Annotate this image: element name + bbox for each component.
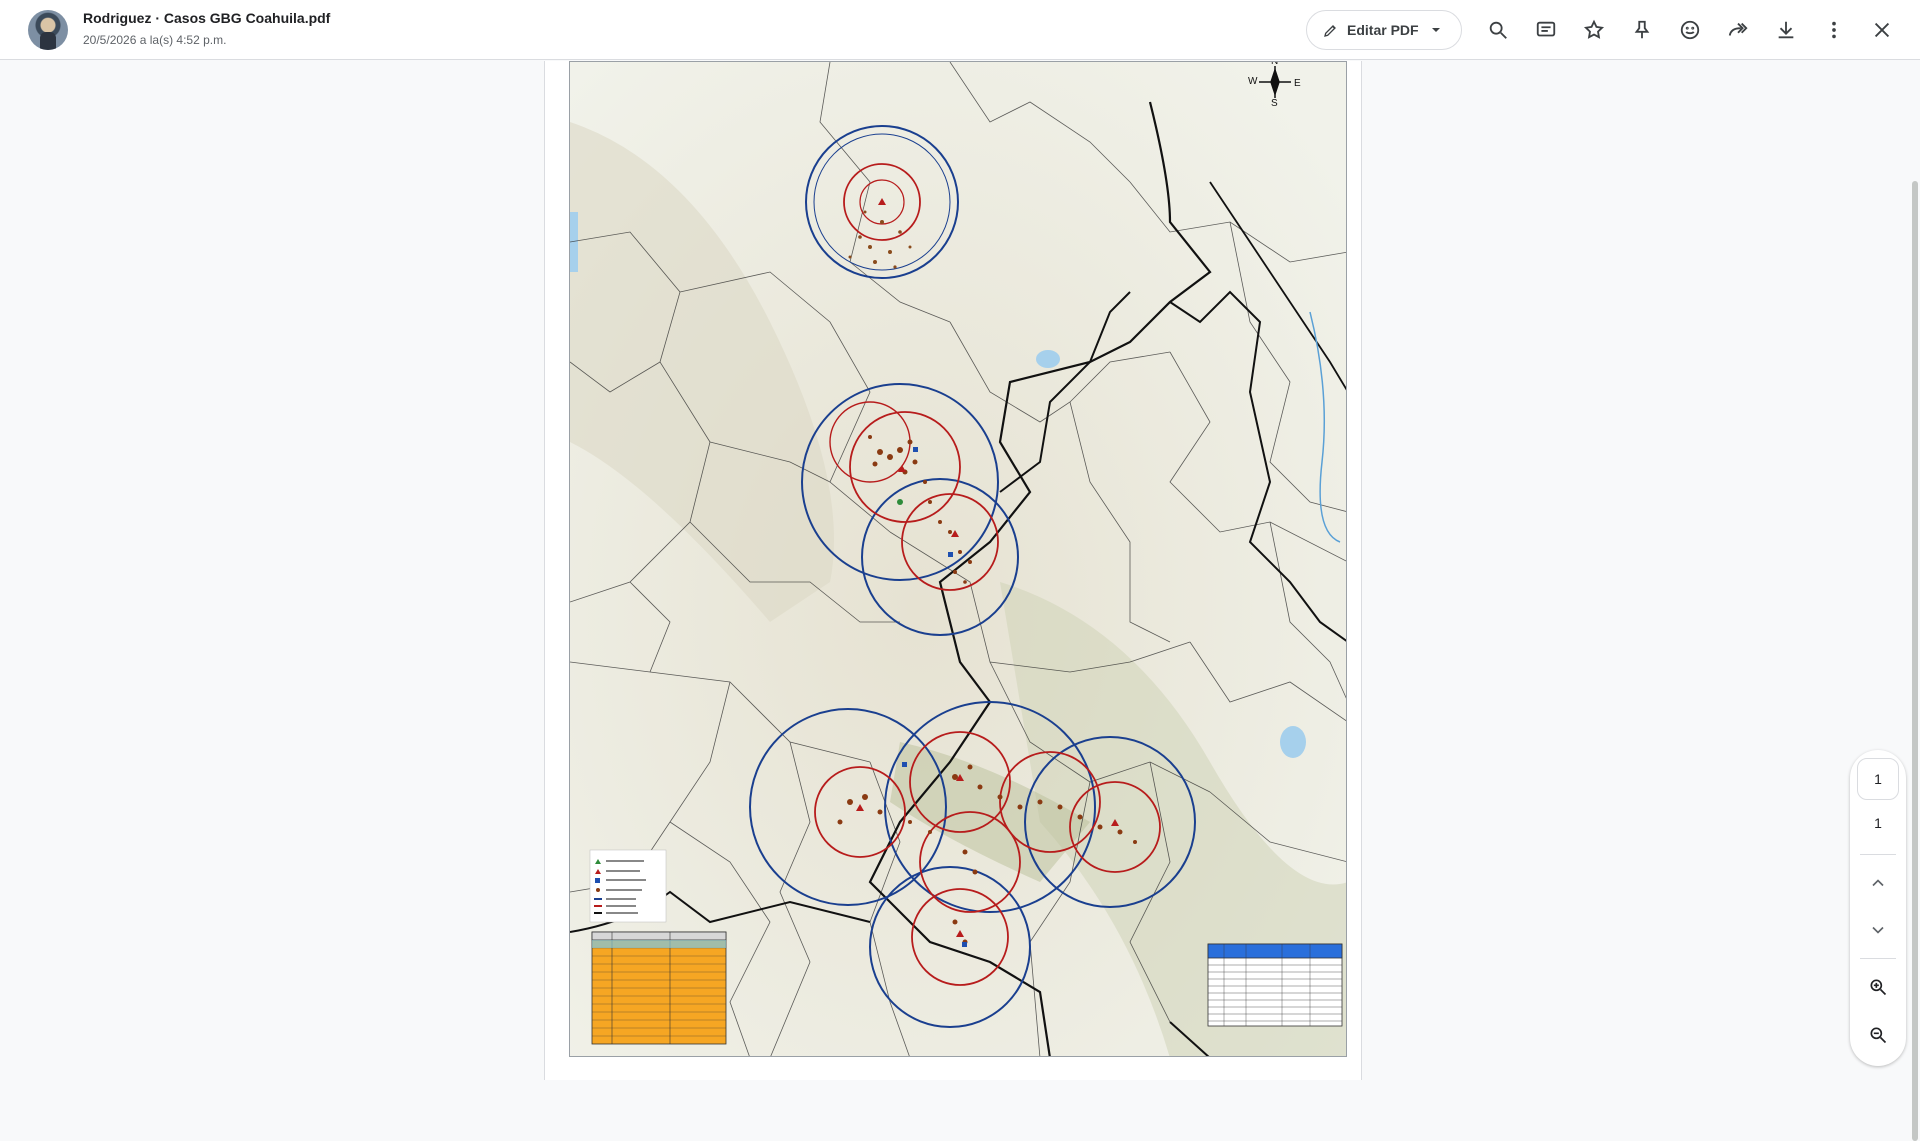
- star-button[interactable]: [1574, 10, 1614, 50]
- pdf-page: N S W E: [544, 61, 1362, 1080]
- search-icon: [1489, 21, 1507, 39]
- pdf-viewer[interactable]: N S W E: [0, 61, 1920, 1141]
- divider: [1860, 854, 1896, 855]
- emoji-icon: [1680, 20, 1700, 40]
- previous-page-button[interactable]: [1858, 863, 1898, 903]
- document-title: Rodriguez · Casos GBG Coahuila.pdf: [83, 10, 331, 26]
- document-date: 20/5/2026 a la(s) 4:52 p.m.: [83, 33, 227, 47]
- compass-east: E: [1294, 78, 1301, 89]
- next-page-button[interactable]: [1858, 910, 1898, 950]
- compass-south: S: [1271, 98, 1278, 109]
- avatar[interactable]: [28, 10, 68, 50]
- search-button[interactable]: [1478, 10, 1518, 50]
- edit-pdf-button[interactable]: Editar PDF: [1306, 10, 1462, 50]
- emoji-button[interactable]: [1670, 10, 1710, 50]
- more-options-button[interactable]: [1814, 10, 1854, 50]
- zoom-out-button[interactable]: [1858, 1015, 1898, 1055]
- star-icon: [1583, 19, 1605, 39]
- forward-button[interactable]: [1718, 10, 1758, 50]
- divider: [1860, 958, 1896, 959]
- download-icon: [1778, 21, 1794, 39]
- edit-pdf-label: Editar PDF: [1347, 22, 1419, 38]
- page-navigation: 1 1: [1850, 750, 1906, 1066]
- chevron-down-icon: [1872, 926, 1884, 934]
- more-vert-icon: [1832, 21, 1836, 39]
- compass-north: N: [1271, 61, 1279, 67]
- pin-button[interactable]: [1622, 10, 1662, 50]
- header-bar: Rodriguez · Casos GBG Coahuila.pdf 20/5/…: [0, 0, 1920, 60]
- map-image: N S W E: [569, 61, 1347, 1057]
- zoom-out-icon: [1870, 1027, 1887, 1044]
- scrollbar[interactable]: [1912, 181, 1918, 1141]
- close-icon: [1874, 22, 1890, 38]
- chevron-up-icon: [1872, 879, 1884, 887]
- pin-icon: [1634, 20, 1650, 39]
- zoom-in-button[interactable]: [1858, 967, 1898, 1007]
- comment-button[interactable]: [1526, 10, 1566, 50]
- pencil-icon: [1324, 25, 1336, 37]
- zoom-in-icon: [1870, 979, 1887, 996]
- close-button[interactable]: [1862, 10, 1902, 50]
- current-page-input[interactable]: 1: [1857, 758, 1899, 800]
- compass-west: W: [1248, 76, 1258, 87]
- forward-icon: [1728, 22, 1748, 36]
- download-button[interactable]: [1766, 10, 1806, 50]
- total-pages: 1: [1874, 815, 1882, 831]
- comment-icon: [1536, 21, 1556, 37]
- caret-down-icon: [1431, 28, 1440, 32]
